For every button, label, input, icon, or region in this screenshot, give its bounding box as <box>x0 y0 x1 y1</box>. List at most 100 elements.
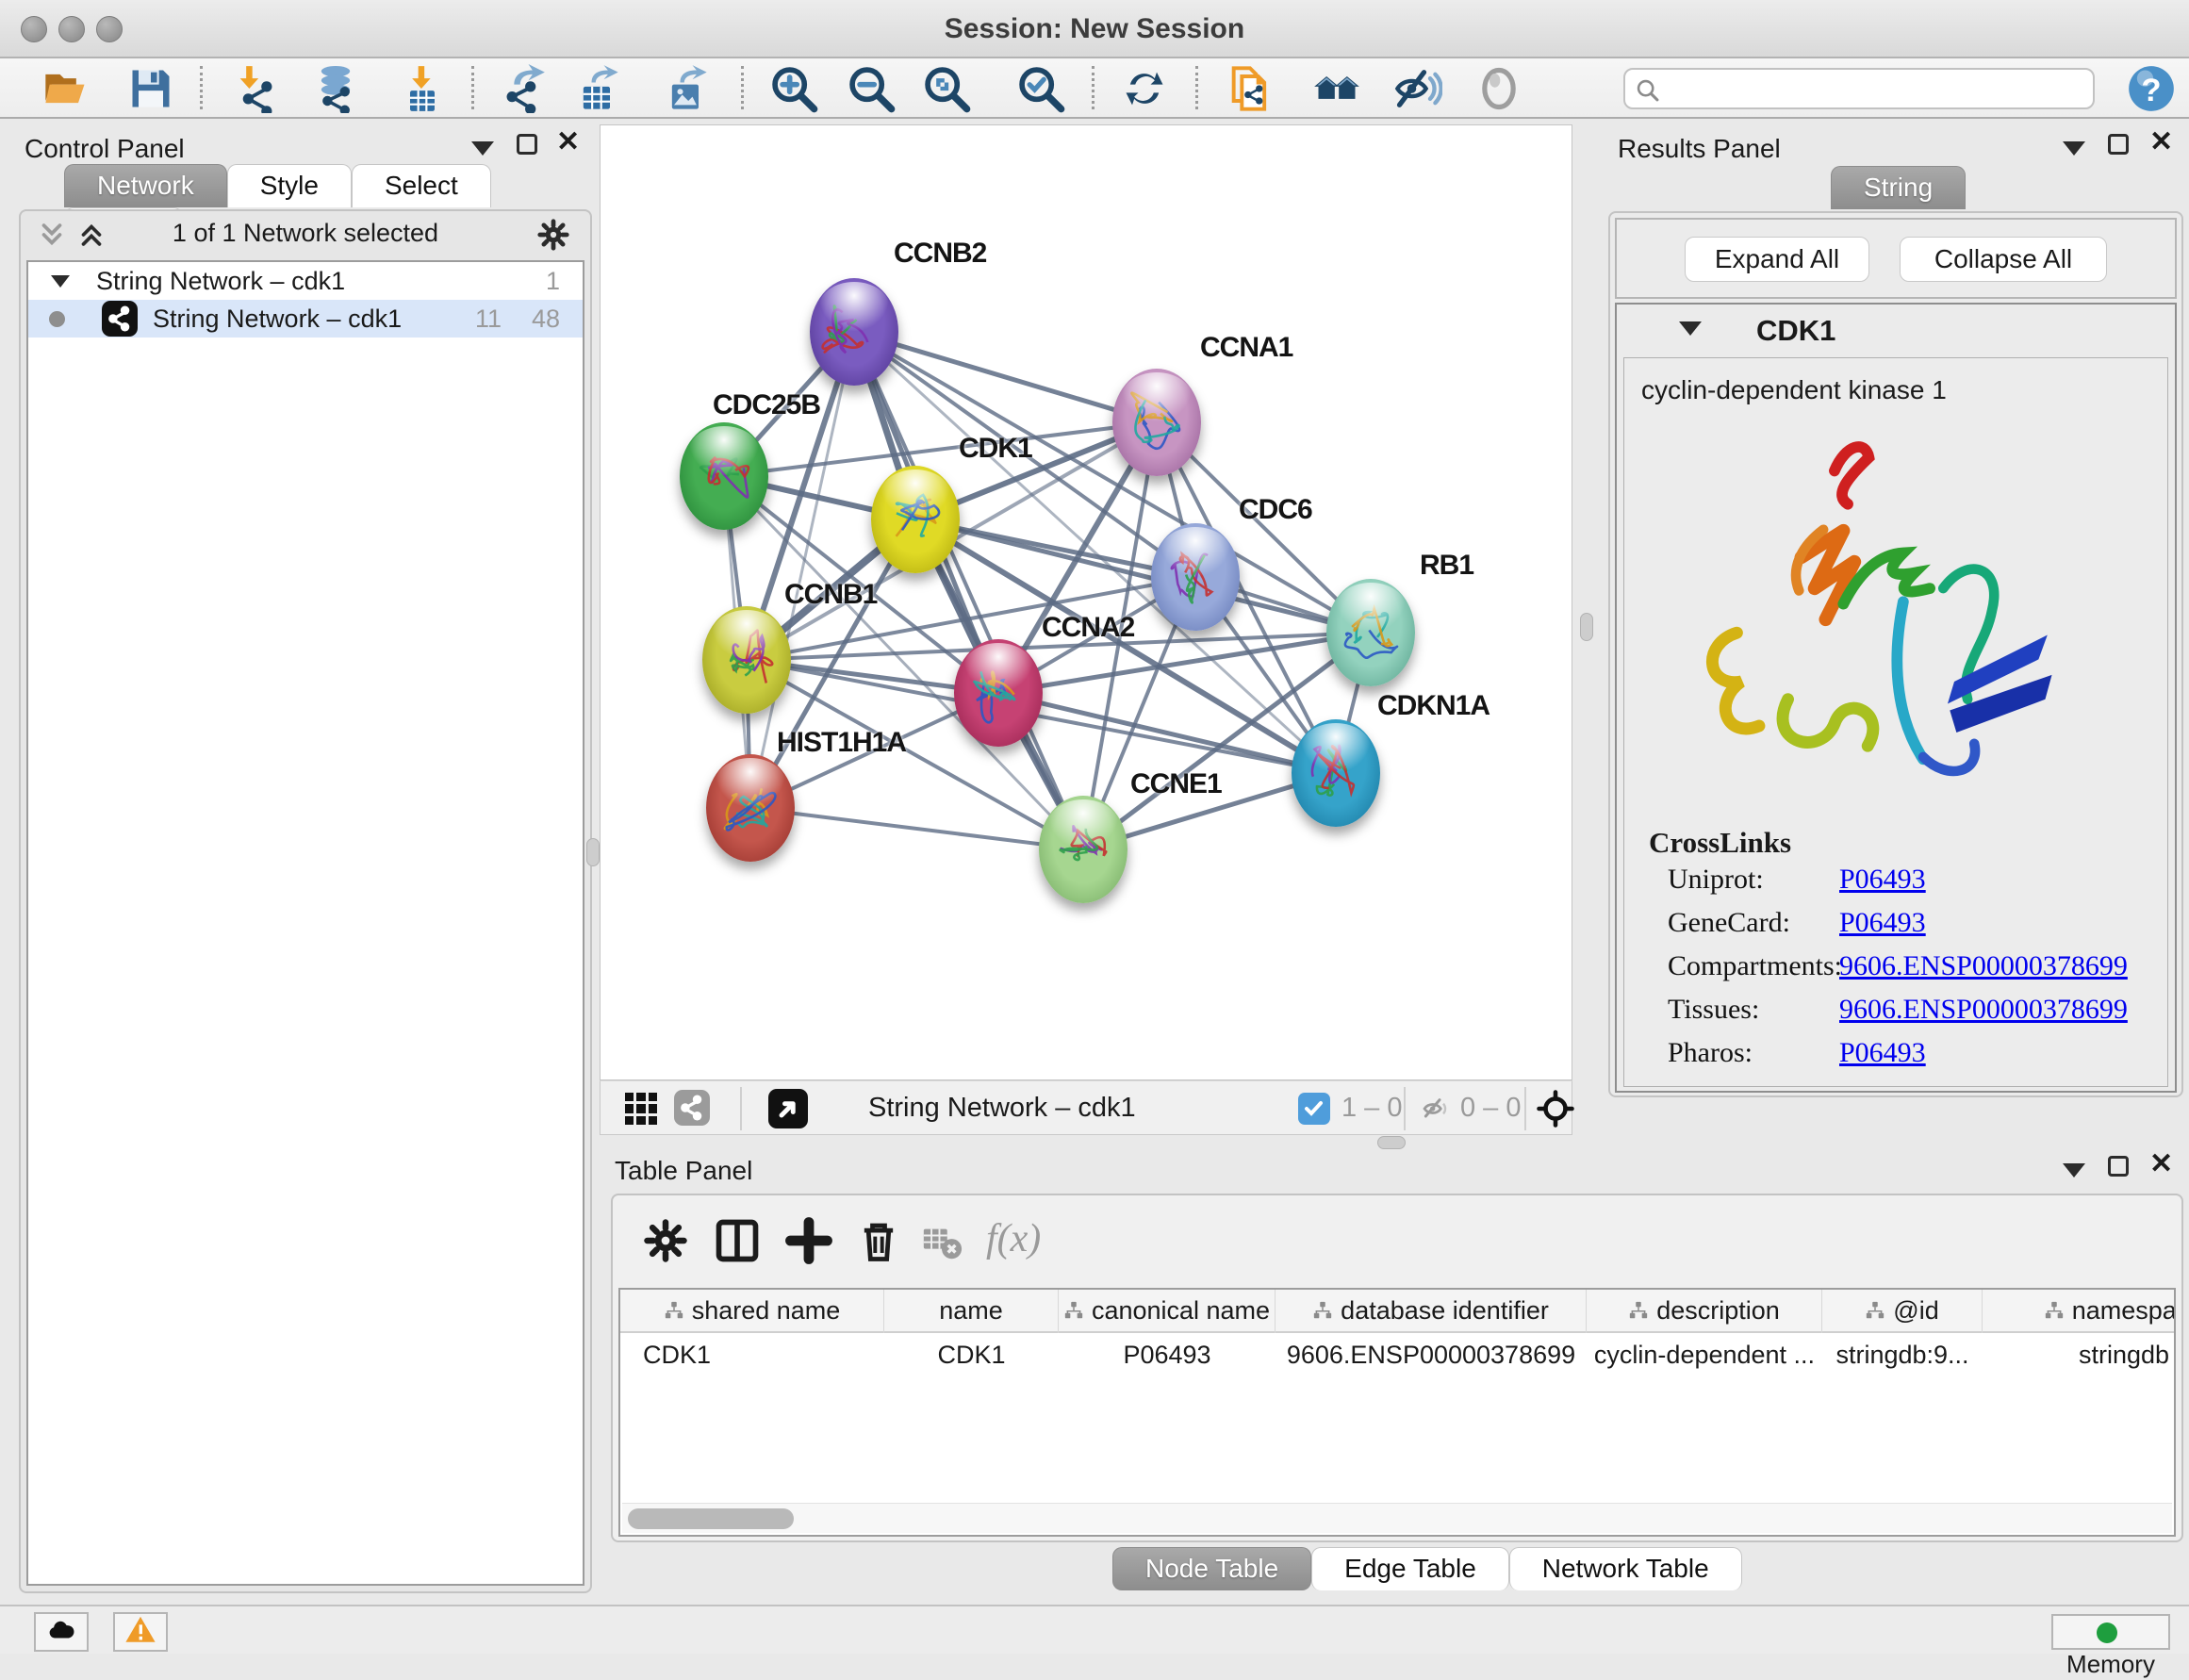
zoom-in-icon[interactable] <box>769 64 818 113</box>
tab-node-table[interactable]: Node Table <box>1112 1547 1311 1590</box>
add-column-icon[interactable] <box>784 1216 833 1265</box>
column-header-canonical-name[interactable]: canonical name <box>1059 1290 1276 1333</box>
crosslink-value-link[interactable]: P06493 <box>1839 1037 1926 1069</box>
network-collection-row[interactable]: String Network – cdk1 1 <box>28 262 583 300</box>
warnings-button[interactable] <box>113 1612 168 1652</box>
network-node-cdk1[interactable] <box>871 466 960 573</box>
network-node-cdc25b[interactable] <box>680 422 768 530</box>
homes-icon[interactable] <box>1312 64 1361 113</box>
column-header-shared-name[interactable]: shared name <box>620 1290 884 1333</box>
tree-expand-icon[interactable] <box>51 275 70 288</box>
copy-network-icon[interactable] <box>1226 64 1275 113</box>
eye-disabled-icon[interactable] <box>1474 64 1523 113</box>
table-panel-float-icon[interactable] <box>2108 1156 2129 1177</box>
network-node-hist1h1a[interactable] <box>706 754 795 862</box>
control-panel-menu-icon[interactable] <box>471 141 494 156</box>
table-cell[interactable]: stringdb:9... <box>1822 1335 1983 1376</box>
node-table: shared namenamecanonical namedatabase id… <box>618 1288 2176 1537</box>
search-input[interactable] <box>1623 68 2095 109</box>
network-row[interactable]: String Network – cdk1 11 48 <box>28 300 583 338</box>
results-panel-float-icon[interactable] <box>2108 134 2129 155</box>
column-header-name[interactable]: name <box>884 1290 1059 1333</box>
network-edge[interactable] <box>750 808 1083 849</box>
tab-style[interactable]: Style <box>227 164 352 207</box>
control-panel-close-icon[interactable]: ✕ <box>556 132 580 153</box>
table-cell[interactable]: 9606.ENSP00000378699 <box>1276 1335 1587 1376</box>
export-table-icon[interactable] <box>573 64 622 113</box>
import-network-database-icon[interactable] <box>311 64 360 113</box>
hide-graphics-icon[interactable] <box>1393 64 1442 113</box>
network-node-cdc6[interactable] <box>1151 523 1240 631</box>
formula-builder-icon[interactable]: f(x) <box>986 1216 1041 1261</box>
refresh-icon[interactable] <box>1120 64 1169 113</box>
table-panel-close-icon[interactable]: ✕ <box>2149 1154 2173 1175</box>
title-bar: Session: New Session <box>0 0 2189 58</box>
crosslink-value-link[interactable]: 9606.ENSP00000378699 <box>1839 994 2128 1026</box>
zoom-selected-icon[interactable] <box>1016 64 1065 113</box>
import-table-icon[interactable] <box>398 64 447 113</box>
save-session-icon[interactable] <box>126 64 175 113</box>
cloud-button[interactable] <box>34 1612 89 1652</box>
cdk1-card-header[interactable]: CDK1 <box>1617 305 2175 355</box>
network-node-ccnb2[interactable] <box>810 278 898 386</box>
gear-icon[interactable] <box>535 217 571 253</box>
zoom-fit-icon[interactable] <box>922 64 971 113</box>
hidden-eye-icon[interactable] <box>1419 1094 1453 1124</box>
grid-view-icon[interactable] <box>625 1093 657 1125</box>
column-header-description[interactable]: description <box>1587 1290 1822 1333</box>
expand-all-button[interactable]: Expand All <box>1685 237 1869 282</box>
table-cell[interactable]: CDK1 <box>620 1335 884 1376</box>
network-edge[interactable] <box>854 332 1083 849</box>
export-image-icon[interactable] <box>662 64 711 113</box>
delete-column-icon[interactable] <box>854 1216 903 1265</box>
collapse-all-button[interactable]: Collapse All <box>1900 237 2107 282</box>
table-gear-icon[interactable] <box>641 1216 690 1265</box>
results-panel-close-icon[interactable]: ✕ <box>2149 132 2173 153</box>
network-node-rb1[interactable] <box>1326 579 1415 686</box>
crosslink-value-link[interactable]: 9606.ENSP00000378699 <box>1839 950 2128 982</box>
selected-nodes-checkbox[interactable] <box>1298 1093 1330 1125</box>
birds-eye-view-icon[interactable] <box>768 1089 808 1128</box>
column-header-namespace[interactable]: namespace <box>1983 1290 2176 1333</box>
zoom-out-icon[interactable] <box>847 64 896 113</box>
svg-text:?: ? <box>2141 73 2161 108</box>
show-columns-icon[interactable] <box>713 1216 762 1265</box>
import-network-file-icon[interactable] <box>232 64 281 113</box>
network-node-ccna2[interactable] <box>954 639 1043 747</box>
network-node-ccna1[interactable] <box>1112 369 1201 476</box>
crosslink-label: Uniprot: <box>1668 864 1764 896</box>
tab-select[interactable]: Select <box>352 164 491 207</box>
tab-string[interactable]: String <box>1831 166 1966 209</box>
right-splitter-grip[interactable] <box>1580 613 1593 641</box>
crosslink-value-link[interactable]: P06493 <box>1839 907 1926 939</box>
table-header-row: shared namenamecanonical namedatabase id… <box>620 1290 2176 1333</box>
cdk1-collapse-icon[interactable] <box>1679 321 1702 336</box>
left-splitter-grip[interactable] <box>586 838 600 866</box>
help-icon[interactable]: ? <box>2127 64 2176 113</box>
results-panel-menu-icon[interactable] <box>2063 141 2085 156</box>
network-node-ccnb1[interactable] <box>702 606 791 714</box>
crosslink-value-link[interactable]: P06493 <box>1839 864 1926 896</box>
network-node-cdkn1a[interactable] <box>1292 719 1380 827</box>
tab-network-table[interactable]: Network Table <box>1509 1547 1742 1590</box>
tab-edge-table[interactable]: Edge Table <box>1311 1547 1509 1590</box>
column-header-database-identifier[interactable]: database identifier <box>1276 1290 1587 1333</box>
control-panel-float-icon[interactable] <box>517 134 537 155</box>
fit-selected-target-icon[interactable] <box>1536 1089 1575 1128</box>
table-cell[interactable]: cyclin-dependent ... <box>1587 1335 1822 1376</box>
tab-network[interactable]: Network <box>64 164 227 207</box>
table-cell[interactable]: P06493 <box>1059 1335 1276 1376</box>
network-view-share-icon[interactable] <box>674 1090 710 1126</box>
network-canvas[interactable]: CCNB2CCNA1CDC25BCDK1CDC6RB1CCNB1CCNA2CDK… <box>600 124 1572 1080</box>
open-session-icon[interactable] <box>41 64 91 113</box>
export-network-icon[interactable] <box>498 64 547 113</box>
delete-table-icon[interactable] <box>920 1220 963 1263</box>
table-panel-menu-icon[interactable] <box>2063 1163 2085 1178</box>
table-cell[interactable]: CDK1 <box>884 1335 1059 1376</box>
table-cell[interactable]: stringdb <box>1983 1335 2176 1376</box>
memory-button[interactable]: Memory <box>2051 1614 2170 1650</box>
network-edge[interactable] <box>854 332 1157 422</box>
column-header--id[interactable]: @id <box>1822 1290 1983 1333</box>
table-hscrollbar-thumb[interactable] <box>628 1508 794 1529</box>
network-node-ccne1[interactable] <box>1039 796 1127 903</box>
